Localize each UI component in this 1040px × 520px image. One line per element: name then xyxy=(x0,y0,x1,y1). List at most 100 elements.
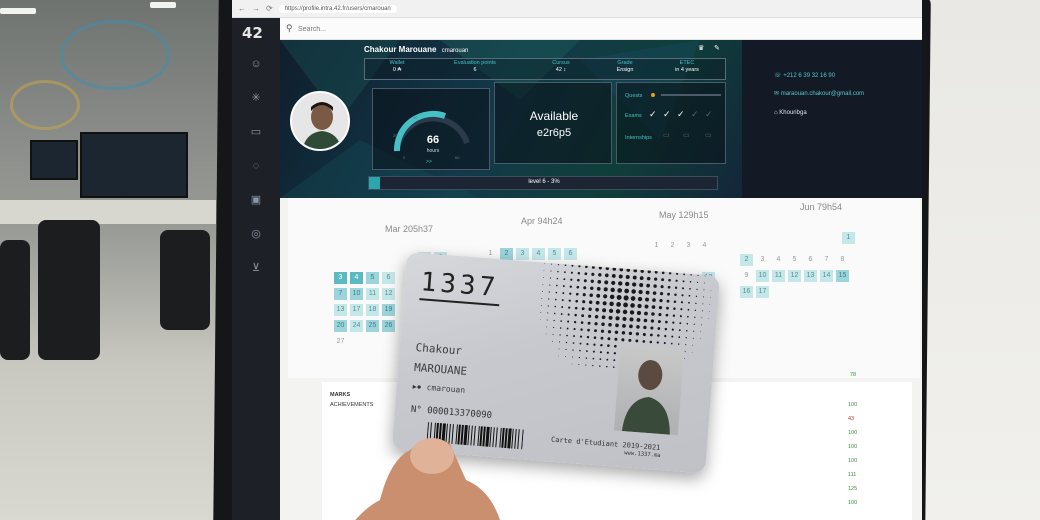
calendar-day-mar[interactable]: 19 xyxy=(382,304,395,316)
cart-icon[interactable]: ⊻ xyxy=(250,262,262,274)
calendar-day-apr[interactable]: 6 xyxy=(564,248,577,260)
progress-panel: Quests Exams ✓ ✓ ✓ ✓ ✓ Internships ▭ ▭ ▭ xyxy=(616,82,726,164)
calendar-day-mar[interactable]: 13 xyxy=(334,304,347,316)
background-chair xyxy=(0,240,30,360)
contact-panel xyxy=(742,40,922,198)
calendar-day-mar[interactable]: 5 xyxy=(366,272,379,284)
calendar-day-jun[interactable]: 1 xyxy=(842,232,855,244)
network-icon[interactable]: ✳ xyxy=(250,92,262,104)
profile-banner: Chakour Marouane cmarouan ♛ ✎ Wallet 0 ₳… xyxy=(280,40,922,198)
calendar-day-jun[interactable]: 2 xyxy=(740,254,753,266)
wallet-label: Wallet xyxy=(389,60,405,66)
logtime-unit: hours xyxy=(426,148,440,154)
search-icon: ⚲ xyxy=(286,23,293,33)
exam-check-icon: ✓ xyxy=(691,109,699,119)
quest-dot xyxy=(651,93,655,97)
card-number: N° 000013370090 xyxy=(410,404,493,421)
calendar-day-mar[interactable]: 27 xyxy=(334,336,347,348)
calendar-day-mar[interactable]: 3 xyxy=(334,272,347,284)
month-label-apr: Apr 94h24 xyxy=(521,216,563,226)
internships-label: Internships xyxy=(625,135,652,141)
chat-icon[interactable]: ◌ xyxy=(250,160,262,172)
calendar-day-jun[interactable]: 3 xyxy=(756,254,769,266)
mark-value: 100 xyxy=(848,430,858,436)
card-first-name: Chakour xyxy=(415,340,463,358)
calendar-day-mar[interactable]: 17 xyxy=(350,304,363,316)
calendar-day-may[interactable]: 4 xyxy=(698,240,711,252)
full-name: Chakour Marouane xyxy=(364,45,437,54)
coalition-icon[interactable]: ♛ xyxy=(698,44,704,52)
cursus-select[interactable]: 42 ↕ xyxy=(531,67,591,73)
background-monitor xyxy=(30,140,78,180)
calendar-day-apr[interactable]: 5 xyxy=(548,248,561,260)
location: ⌂ Khouribga xyxy=(774,110,807,116)
card-photo xyxy=(613,344,685,436)
wallet-value: 0 ₳ xyxy=(392,67,402,73)
calendar-day-jun[interactable]: 14 xyxy=(820,270,833,282)
compass-icon[interactable]: ◎ xyxy=(250,228,262,240)
search-input[interactable] xyxy=(298,23,438,35)
address-bar[interactable]: https://profile.intra.42.fr/users/cmarou… xyxy=(278,4,397,13)
back-icon[interactable]: ← xyxy=(238,4,246,13)
calendar-day-mar[interactable]: 6 xyxy=(382,272,395,284)
calendar-day-may[interactable]: 2 xyxy=(666,240,679,252)
mark-value: 100 xyxy=(848,444,858,450)
calendar-day-mar[interactable]: 24 xyxy=(350,320,363,332)
projects-icon[interactable]: ▭ xyxy=(250,126,262,138)
calendar-day-jun[interactable]: 17 xyxy=(756,286,769,298)
gauge-tick: 20 xyxy=(393,133,398,138)
quests-label: Quests xyxy=(625,93,643,99)
calendar-day-may[interactable]: 1 xyxy=(650,240,663,252)
calendar-day-jun[interactable]: 11 xyxy=(772,270,785,282)
calendar-day-mar[interactable]: 11 xyxy=(366,288,379,300)
briefcase-icon[interactable]: ▣ xyxy=(250,194,262,206)
calendar-day-mar[interactable]: 4 xyxy=(350,272,363,284)
calendar-day-jun[interactable]: 12 xyxy=(788,270,801,282)
phone[interactable]: ☏ +212 6 39 32 16 90 xyxy=(774,72,835,79)
calendar-day-mar[interactable]: 18 xyxy=(366,304,379,316)
calendar-day-mar[interactable]: 25 xyxy=(366,320,379,332)
mark-value: 100 xyxy=(848,500,858,506)
calendar-day-mar[interactable]: 26 xyxy=(382,320,395,332)
email[interactable]: ✉ maraouan.chakour@gmail.com xyxy=(774,90,864,97)
card-school-logo: 1337 xyxy=(419,267,501,304)
internship-icon: ▭ xyxy=(663,132,670,139)
calendar-day-jun[interactable]: 9 xyxy=(740,270,753,282)
calendar-day-mar[interactable]: 7 xyxy=(334,288,347,300)
calendar-day-apr[interactable]: 3 xyxy=(516,248,529,260)
grade-label: Grade xyxy=(617,60,633,66)
gauge-tick: 0 xyxy=(403,155,406,160)
logtime-more-link[interactable]: >> xyxy=(426,159,432,165)
calendar-day-apr[interactable]: 4 xyxy=(532,248,545,260)
etec-stat: ETEC in 4 years xyxy=(657,60,717,73)
eval-stat: Evaluation points 6 xyxy=(435,60,515,73)
mark-value: 125 xyxy=(848,486,858,492)
calendar-day-jun[interactable]: 13 xyxy=(804,270,817,282)
calendar-day-jun[interactable]: 15 xyxy=(836,270,849,282)
calendar-day-mar[interactable]: 10 xyxy=(350,288,363,300)
calendar-day-jun[interactable]: 7 xyxy=(820,254,833,266)
calendar-day-jun[interactable]: 16 xyxy=(740,286,753,298)
calendar-day-mar[interactable]: 12 xyxy=(382,288,395,300)
calendar-day-mar[interactable]: 20 xyxy=(334,320,347,332)
mail-icon: ✉ xyxy=(774,91,780,97)
exam-check-icon: ✓ xyxy=(663,109,671,119)
user-icon[interactable]: ☺ xyxy=(250,58,262,70)
logo-42[interactable]: 42 xyxy=(242,24,263,42)
forward-icon[interactable]: → xyxy=(252,4,260,13)
calendar-day-jun[interactable]: 8 xyxy=(836,254,849,266)
calendar-day-jun[interactable]: 6 xyxy=(804,254,817,266)
month-label-may: May 129h15 xyxy=(659,210,709,220)
cursus-stat[interactable]: Cursus 42 ↕ xyxy=(531,60,591,73)
edit-icon[interactable]: ✎ xyxy=(714,44,720,52)
achievements-label: ACHIEVEMENTS xyxy=(330,402,374,408)
calendar-day-jun[interactable]: 5 xyxy=(788,254,801,266)
calendar-day-jun[interactable]: 10 xyxy=(756,270,769,282)
reload-icon[interactable]: ⟳ xyxy=(266,4,273,13)
logtime-panel: 66 hours >> 0 20 40 60 xyxy=(372,88,490,170)
card-arrow-icon: ▸● xyxy=(412,381,422,392)
calendar-day-jun[interactable]: 4 xyxy=(772,254,785,266)
calendar-day-apr[interactable]: 2 xyxy=(500,248,513,260)
card-type: Carte d'Etudiant 2019-2021 xyxy=(550,435,661,452)
calendar-day-may[interactable]: 3 xyxy=(682,240,695,252)
